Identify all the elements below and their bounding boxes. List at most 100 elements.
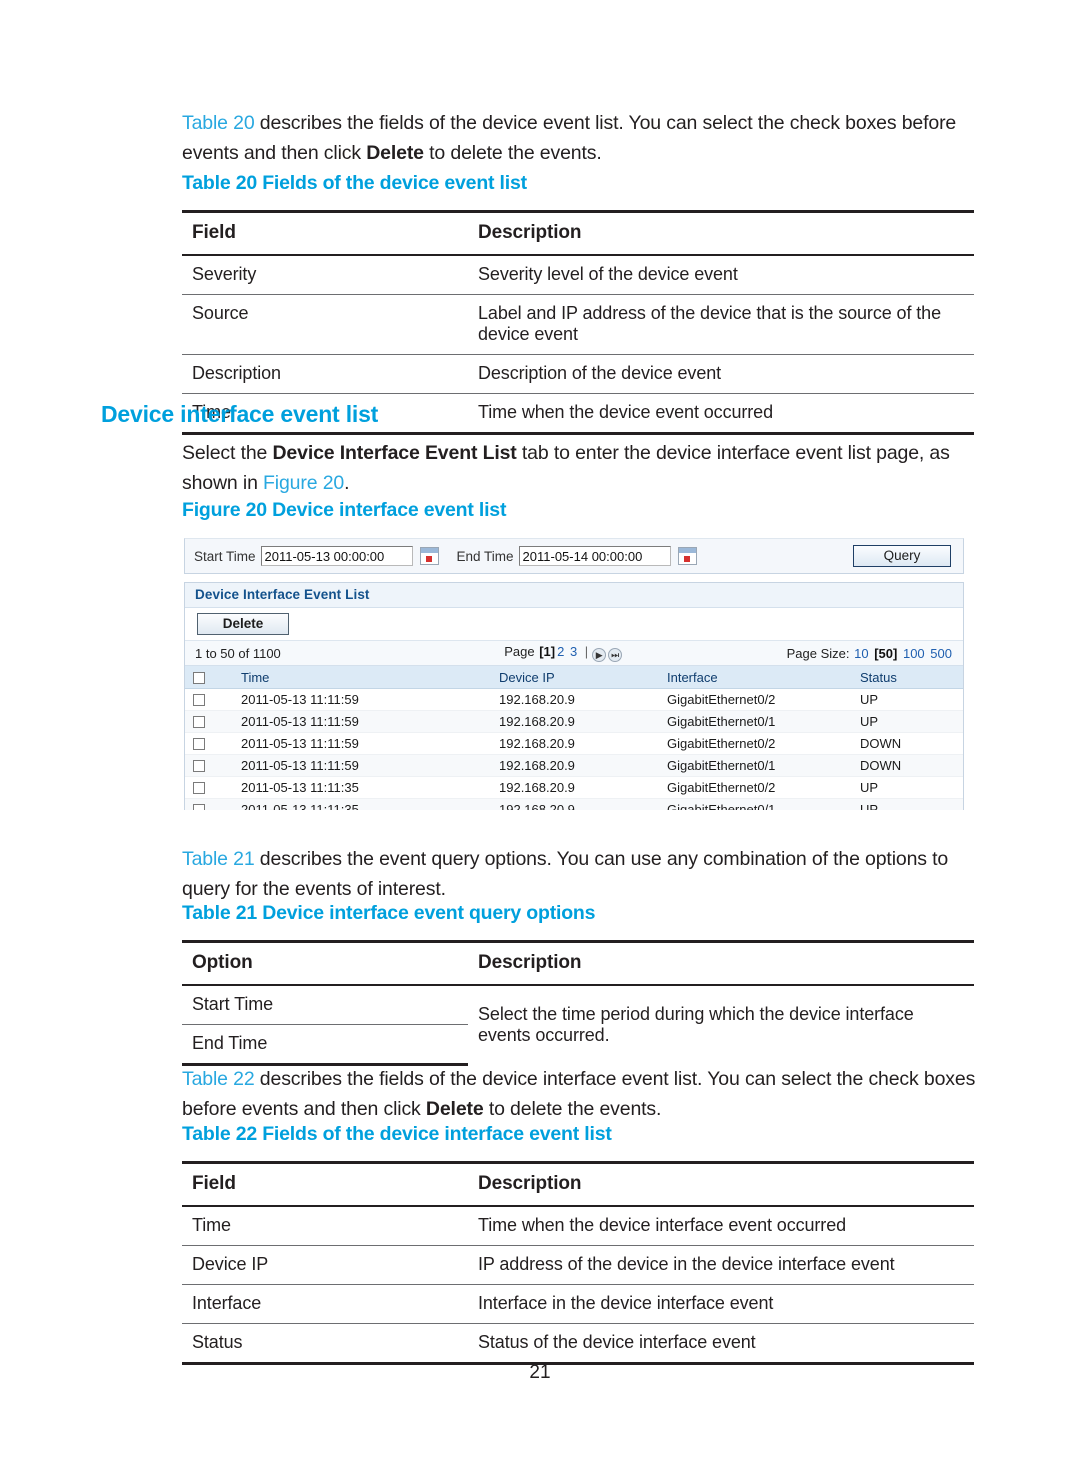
next-page-icon[interactable]: ▶ xyxy=(592,648,607,662)
cell-device-ip: 192.168.20.9 xyxy=(491,710,659,733)
page-size-selector: Page Size: 10 [50] 100 500 xyxy=(787,646,953,661)
section-paragraph: Select the Device Interface Event List t… xyxy=(182,438,982,498)
table-20-cell-description: Description of the device event xyxy=(468,354,974,394)
table-row: Start Time Select the time period during… xyxy=(182,985,974,1045)
select-all-checkbox[interactable] xyxy=(193,671,205,684)
page-size-500[interactable]: 500 xyxy=(930,646,952,661)
delete-bold-1: Delete xyxy=(366,142,424,164)
column-header-interface[interactable]: Interface xyxy=(659,666,852,689)
table-22-header-description: Description xyxy=(468,1161,974,1207)
table-22: Field Description Time Time when the dev… xyxy=(182,1161,974,1365)
intro-21-text-2: events of interest. xyxy=(294,878,446,900)
column-header-time[interactable]: Time xyxy=(233,666,491,689)
cell-status: DOWN xyxy=(852,732,963,755)
table-22-cell-description: Interface in the device interface event xyxy=(468,1284,974,1324)
table-21-xref[interactable]: Table 21 xyxy=(182,848,255,870)
row-checkbox[interactable] xyxy=(193,738,205,750)
pagination-bar: 1 to 50 of 1100 Page [1] 2 3 | ▶ ⏭ Page Siz… xyxy=(185,641,963,666)
cell-time: 2011-05-13 11:11:35 xyxy=(233,776,491,799)
intro-22-text-3: to delete the events. xyxy=(483,1098,662,1120)
table-20-cell-description: Severity level of the device event xyxy=(468,255,974,295)
cell-time: 2011-05-13 11:11:59 xyxy=(233,688,491,711)
table-row: 2011-05-13 11:11:59 192.168.20.9 Gigabit… xyxy=(185,688,963,711)
figure-20-xref-2[interactable]: 20 xyxy=(323,472,345,494)
table-row: 2011-05-13 11:11:59 192.168.20.9 Gigabit… xyxy=(185,754,963,777)
row-checkbox-cell xyxy=(185,688,233,711)
table-row: Interface Interface in the device interf… xyxy=(182,1284,974,1324)
calendar-icon[interactable] xyxy=(419,547,439,565)
delete-button[interactable]: Delete xyxy=(197,613,289,635)
table-row: Device IP IP address of the device in th… xyxy=(182,1245,974,1285)
section-text-1: Select the xyxy=(182,442,273,464)
page-size-100[interactable]: 100 xyxy=(903,646,925,661)
page-size-50-selected[interactable]: [50] xyxy=(874,646,897,661)
last-page-icon[interactable]: ⏭ xyxy=(608,648,623,662)
cell-time: 2011-05-13 11:11:35 xyxy=(233,798,491,810)
row-checkbox-cell xyxy=(185,754,233,777)
page-link-2[interactable]: 2 xyxy=(557,644,564,659)
cell-time: 2011-05-13 11:11:59 xyxy=(233,732,491,755)
table-row: 2011-05-13 11:11:59 192.168.20.9 Gigabit… xyxy=(185,710,963,733)
intro-paragraph-table-21: Table 21 describes the event query optio… xyxy=(182,844,982,904)
table-row: Source Label and IP address of the devic… xyxy=(182,294,974,355)
select-all-column xyxy=(185,666,233,689)
row-checkbox[interactable] xyxy=(193,804,205,810)
table-20-cell-description: Label and IP address of the device that … xyxy=(468,294,974,355)
device-interface-event-list-bold: Device Interface Event List xyxy=(272,442,517,464)
cell-status: UP xyxy=(852,798,963,810)
table-22-header-field: Field xyxy=(182,1161,468,1207)
table-20-cell-description: Time when the device event occurred xyxy=(468,393,974,435)
row-checkbox[interactable] xyxy=(193,694,205,706)
table-22-xref[interactable]: Table 22 xyxy=(182,1068,255,1090)
column-header-device-ip[interactable]: Device IP xyxy=(491,666,659,689)
device-interface-event-list-panel: Device Interface Event List Delete 1 to … xyxy=(184,582,964,810)
pager-separator: | xyxy=(584,644,589,659)
row-checkbox-cell xyxy=(185,798,233,810)
table-21-cell-end-time: End Time xyxy=(182,1024,468,1066)
figure-20-xref-1[interactable]: Figure xyxy=(263,472,318,494)
record-range: 1 to 50 of 1100 xyxy=(195,645,281,661)
table-22-cell-field: Interface xyxy=(182,1284,468,1324)
event-grid: Time Device IP Interface Status 2011-05-… xyxy=(185,666,963,810)
page-size-10[interactable]: 10 xyxy=(854,646,868,661)
figure-20-caption: Figure 20 Device interface event list xyxy=(182,499,507,521)
column-header-status[interactable]: Status xyxy=(852,666,963,689)
row-checkbox-cell xyxy=(185,732,233,755)
end-time-input[interactable]: 2011-05-14 00:00:00 xyxy=(518,546,671,566)
section-heading-device-interface-event-list: Device interface event list xyxy=(101,401,379,427)
page-current[interactable]: [1] xyxy=(539,644,555,659)
page-links: Page [1] 2 3 | ▶ ⏭ xyxy=(281,644,787,662)
row-checkbox[interactable] xyxy=(193,782,205,794)
table-20-header-row: Field Description xyxy=(182,210,974,256)
page-number: 21 xyxy=(529,1362,551,1383)
cell-interface: GigabitEthernet0/1 xyxy=(659,754,852,777)
intro-22-text-2: events and then click xyxy=(241,1098,426,1120)
table-row: Description Description of the device ev… xyxy=(182,354,974,394)
cell-status: UP xyxy=(852,776,963,799)
cell-device-ip: 192.168.20.9 xyxy=(491,754,659,777)
table-row: Severity Severity level of the device ev… xyxy=(182,255,974,295)
cell-status: UP xyxy=(852,688,963,711)
start-time-input[interactable]: 2011-05-13 00:00:00 xyxy=(260,546,413,566)
row-checkbox-cell xyxy=(185,776,233,799)
query-button[interactable]: Query xyxy=(853,545,951,567)
panel-toolbar: Delete xyxy=(185,608,963,641)
row-checkbox[interactable] xyxy=(193,760,205,772)
table-20-cell-field: Severity xyxy=(182,255,468,295)
cell-interface: GigabitEthernet0/2 xyxy=(659,732,852,755)
table-20-cell-field: Description xyxy=(182,354,468,394)
row-checkbox[interactable] xyxy=(193,716,205,728)
intro-paragraph-table-22: Table 22 describes the fields of the dev… xyxy=(182,1064,982,1124)
calendar-icon[interactable] xyxy=(677,547,697,565)
table-20-xref[interactable]: Table 20 xyxy=(182,112,255,134)
table-22-cell-description: Time when the device interface event occ… xyxy=(468,1206,974,1246)
page-size-label: Page Size: xyxy=(786,645,850,661)
event-grid-header-row: Time Device IP Interface Status xyxy=(185,666,963,689)
page-label: Page xyxy=(504,644,535,659)
table-22-cell-field: Status xyxy=(182,1323,468,1365)
cell-time: 2011-05-13 11:11:59 xyxy=(233,754,491,777)
row-checkbox-cell xyxy=(185,710,233,733)
table-row: 2011-05-13 11:11:59 192.168.20.9 Gigabit… xyxy=(185,732,963,755)
page-link-3[interactable]: 3 xyxy=(570,644,577,659)
end-time-label: End Time xyxy=(456,548,514,564)
